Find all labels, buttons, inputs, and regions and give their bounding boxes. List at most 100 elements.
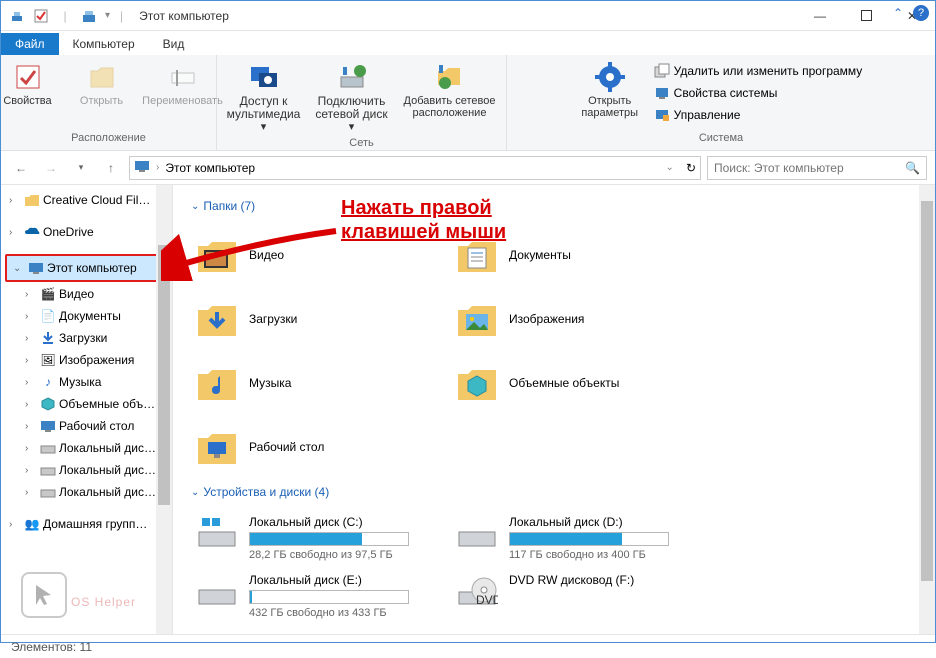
qat-divider: |	[57, 8, 73, 24]
drive-icon	[195, 515, 239, 551]
tree-drive-d[interactable]: ›Локальный дис…	[1, 459, 172, 481]
drive-e[interactable]: Локальный диск (E:)432 ГБ свободно из 43…	[191, 567, 451, 625]
media-icon	[248, 61, 280, 93]
add-network-icon	[434, 61, 466, 93]
tree-homegroup[interactable]: ›👥Домашняя групп…	[1, 513, 172, 535]
qat-dropdown-icon[interactable]: ▾	[105, 10, 110, 21]
properties-icon	[12, 61, 44, 93]
main-scrollbar[interactable]	[919, 185, 935, 634]
status-bar: Элементов: 11	[1, 634, 935, 658]
refresh-icon[interactable]: ↻	[686, 161, 696, 175]
navigation-pane: ›Creative Cloud Fil… ›OneDrive ⌄Этот ком…	[1, 185, 173, 634]
drive-icon	[39, 484, 57, 500]
3d-icon	[39, 396, 57, 412]
tree-video[interactable]: ›🎬Видео	[1, 283, 172, 305]
drive-dvd[interactable]: DVD DVD RW дисковод (F:)	[451, 567, 711, 625]
manage-icon	[654, 107, 670, 123]
address-text: Этот компьютер	[165, 161, 255, 175]
drives-header[interactable]: ⌄Устройства и диски (4)	[191, 485, 917, 499]
title-bar: | ▾ | Этот компьютер — ✕	[1, 1, 935, 31]
tree-downloads[interactable]: ›Загрузки	[1, 327, 172, 349]
ribbon-media-access[interactable]: Доступ к мультимедиа ▾	[222, 59, 306, 135]
tree-drive-c[interactable]: ›Локальный дис…	[1, 437, 172, 459]
usage-bar	[509, 532, 669, 546]
pictures-folder-icon	[455, 297, 499, 341]
nav-bar: ← → ▾ ↑ › Этот компьютер ⌄ ↻ 🔍	[1, 151, 935, 185]
address-bar[interactable]: › Этот компьютер ⌄ ↻	[129, 156, 701, 180]
help-icon[interactable]: ?	[913, 5, 929, 21]
minimize-button[interactable]: —	[797, 1, 843, 31]
downloads-icon	[39, 330, 57, 346]
tree-desktop[interactable]: ›Рабочий стол	[1, 415, 172, 437]
drive-icon	[455, 515, 499, 551]
folder-downloads[interactable]: Загрузки	[191, 287, 451, 351]
3d-folder-icon	[455, 361, 499, 405]
forward-button: →	[39, 156, 63, 180]
search-icon[interactable]: 🔍	[905, 161, 920, 175]
ribbon-uninstall[interactable]: Удалить или изменить программу	[648, 61, 869, 81]
qat-icon[interactable]	[9, 8, 25, 24]
desktop-folder-icon	[195, 425, 239, 469]
ribbon-rename: Переименовать	[140, 59, 226, 109]
ribbon-add-network[interactable]: Добавить сетевое расположение	[398, 59, 502, 135]
tree-this-pc[interactable]: ⌄Этот компьютер	[5, 254, 168, 282]
svg-text:DVD: DVD	[476, 593, 498, 607]
tab-file[interactable]: Файл	[1, 33, 59, 55]
maximize-button[interactable]	[843, 1, 889, 31]
video-icon: 🎬	[39, 286, 57, 302]
rename-icon	[167, 61, 199, 93]
sys-props-icon	[654, 85, 670, 101]
qat-properties-icon[interactable]	[33, 8, 49, 24]
tree-music[interactable]: ›♪Музыка	[1, 371, 172, 393]
usage-bar	[249, 590, 409, 604]
tree-pictures[interactable]: ›🖼Изображения	[1, 349, 172, 371]
instruction-annotation: Нажать правой клавишей мыши	[341, 196, 591, 244]
ribbon-tabs: Файл Компьютер Вид ⌃ ?	[1, 31, 935, 55]
usage-bar	[249, 532, 409, 546]
downloads-folder-icon	[195, 297, 239, 341]
dvd-icon: DVD	[455, 573, 499, 609]
collapse-ribbon-icon[interactable]: ⌃	[893, 6, 903, 20]
window-title: Этот компьютер	[133, 9, 797, 23]
settings-icon	[594, 61, 626, 93]
back-button[interactable]: ←	[9, 156, 33, 180]
folder-music[interactable]: Музыка	[191, 351, 451, 415]
tree-documents[interactable]: ›📄Документы	[1, 305, 172, 327]
drive-icon	[39, 462, 57, 478]
folder-desktop[interactable]: Рабочий стол	[191, 415, 451, 479]
tree-onedrive[interactable]: ›OneDrive	[1, 221, 172, 243]
folder-pictures[interactable]: Изображения	[451, 287, 711, 351]
desktop-icon	[39, 418, 57, 434]
window-icon	[81, 8, 97, 24]
instruction-arrow	[161, 221, 341, 281]
search-input[interactable]	[714, 161, 905, 175]
music-folder-icon	[195, 361, 239, 405]
drive-d[interactable]: Локальный диск (D:)117 ГБ свободно из 40…	[451, 509, 711, 567]
folder-3d[interactable]: Объемные объекты	[451, 351, 711, 415]
tree-3d[interactable]: ›Объемные объ…	[1, 393, 172, 415]
folder-icon	[23, 192, 41, 208]
tab-view[interactable]: Вид	[149, 33, 199, 55]
open-icon	[86, 61, 118, 93]
pictures-icon: 🖼	[39, 352, 57, 368]
drive-icon	[195, 573, 239, 609]
ribbon-sys-properties[interactable]: Свойства системы	[648, 83, 869, 103]
ribbon-properties[interactable]: Свойства	[0, 59, 64, 109]
ribbon-map-drive[interactable]: Подключить сетевой диск ▾	[308, 59, 396, 135]
onedrive-icon	[23, 224, 41, 240]
tree-creative-cloud[interactable]: ›Creative Cloud Fil…	[1, 189, 172, 211]
pc-icon	[27, 260, 45, 276]
drive-icon	[39, 440, 57, 456]
address-dropdown-icon[interactable]: ⌄	[666, 162, 674, 173]
watermark: OS Helper	[21, 568, 136, 618]
ribbon-manage[interactable]: Управление	[648, 105, 869, 125]
item-count: Элементов: 11	[11, 640, 92, 654]
recent-dropdown[interactable]: ▾	[69, 156, 93, 180]
ribbon-settings[interactable]: Открыть параметры	[574, 59, 646, 121]
tree-drive-e[interactable]: ›Локальный дис…	[1, 481, 172, 503]
tab-computer[interactable]: Компьютер	[59, 33, 149, 55]
music-icon: ♪	[39, 374, 57, 390]
search-box[interactable]: 🔍	[707, 156, 927, 180]
up-button[interactable]: ↑	[99, 156, 123, 180]
drive-c[interactable]: Локальный диск (C:)28,2 ГБ свободно из 9…	[191, 509, 451, 567]
